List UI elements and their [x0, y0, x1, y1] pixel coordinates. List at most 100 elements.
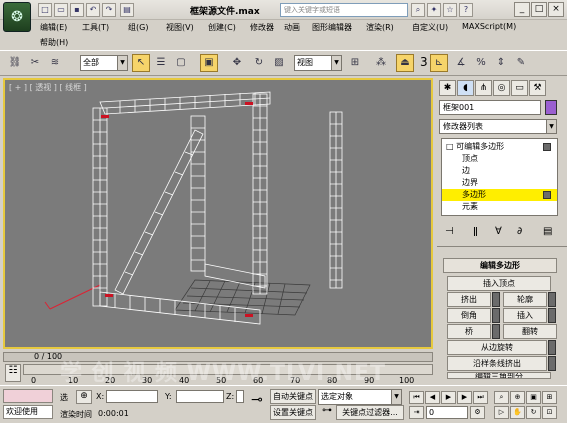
- percent-snap-icon[interactable]: %: [472, 54, 490, 72]
- edit-named-sel-icon[interactable]: ✎: [512, 54, 530, 72]
- remove-modifier-icon[interactable]: ∂: [517, 226, 522, 237]
- inset-settings-icon[interactable]: [548, 308, 556, 323]
- snap-toggle-value[interactable]: 3: [420, 55, 428, 69]
- selection-filter-dropdown[interactable]: 全部 ▼: [80, 55, 128, 71]
- unlink-icon[interactable]: ✂: [26, 54, 44, 72]
- x-coord-field[interactable]: [106, 390, 158, 403]
- menu-edit[interactable]: 编辑(E): [40, 22, 67, 33]
- key-icon[interactable]: ⊸: [246, 392, 268, 414]
- menu-rendering[interactable]: 渲染(R): [366, 22, 394, 33]
- redo-icon[interactable]: ↷: [102, 3, 116, 17]
- key-mode-toggle-icon[interactable]: ⇥: [409, 406, 424, 419]
- modifier-list-dropdown[interactable]: 修改器列表 ▼: [439, 119, 557, 134]
- auto-key-button[interactable]: 自动关键点: [270, 389, 316, 404]
- stack-item-editable-poly[interactable]: □ 可编辑多边形: [442, 141, 557, 153]
- stack-item-polygon[interactable]: 多边形: [442, 189, 557, 201]
- inset-button[interactable]: 插入: [503, 308, 547, 323]
- help-search-input[interactable]: 键入关键字或短语: [280, 3, 408, 17]
- maximize-viewport-icon[interactable]: ⊡: [542, 406, 557, 419]
- undo-icon[interactable]: ↶: [86, 3, 100, 17]
- extrude-along-spline-button[interactable]: 沿样条线挤出: [447, 356, 547, 371]
- search-icon[interactable]: ⌕: [411, 3, 425, 17]
- app-logo-icon[interactable]: ❂: [3, 2, 31, 32]
- pan-icon[interactable]: ✋: [510, 406, 525, 419]
- hinge-settings-icon[interactable]: [548, 340, 556, 355]
- menu-customize[interactable]: 自定义(U): [412, 22, 448, 33]
- pin-stack-icon[interactable]: ⊣: [445, 226, 454, 237]
- bevel-button[interactable]: 倒角: [447, 308, 491, 323]
- extrude-button[interactable]: 挤出: [447, 292, 491, 307]
- new-file-icon[interactable]: □: [38, 3, 52, 17]
- select-by-name-icon[interactable]: ☰: [152, 54, 170, 72]
- show-end-result-icon[interactable]: ǁ: [473, 226, 478, 237]
- menu-animation[interactable]: 动画: [284, 22, 300, 33]
- bridge-button[interactable]: 桥: [447, 324, 491, 339]
- move-icon[interactable]: ✥: [228, 54, 246, 72]
- help-icon[interactable]: ?: [459, 3, 473, 17]
- menu-group[interactable]: 组(G): [128, 22, 148, 33]
- orbit-icon[interactable]: ↻: [526, 406, 541, 419]
- hierarchy-tab-icon[interactable]: ⋔: [475, 80, 492, 96]
- open-file-icon[interactable]: ▭: [54, 3, 68, 17]
- snaps-toggle-icon[interactable]: ⊾: [430, 54, 448, 72]
- menu-views[interactable]: 视图(V): [166, 22, 194, 33]
- ref-coord-dropdown[interactable]: 视图 ▼: [294, 55, 342, 71]
- display-tab-icon[interactable]: ▭: [511, 80, 528, 96]
- extrude-spline-settings-icon[interactable]: [548, 356, 556, 371]
- mini-curve-editor-icon[interactable]: ☷: [5, 364, 21, 382]
- angle-snap-icon[interactable]: ∡: [452, 54, 470, 72]
- rotate-icon[interactable]: ↻: [250, 54, 268, 72]
- stack-toggle-icon[interactable]: [543, 191, 551, 199]
- welcome-field[interactable]: 欢迎使用: [3, 405, 53, 419]
- time-config-icon[interactable]: ⚙: [470, 406, 485, 419]
- play-icon[interactable]: ▶: [441, 391, 456, 404]
- make-unique-icon[interactable]: ∀: [495, 226, 502, 237]
- select-object-icon[interactable]: ↖: [132, 54, 150, 72]
- menu-create[interactable]: 创建(C): [208, 22, 236, 33]
- extrude-settings-icon[interactable]: [492, 292, 500, 307]
- current-frame-field[interactable]: 0: [426, 406, 468, 419]
- goto-end-icon[interactable]: ⏭: [473, 391, 488, 404]
- maxscript-listener[interactable]: [3, 389, 53, 403]
- stack-item-border[interactable]: 边界: [442, 177, 557, 189]
- zoom-extents-all-icon[interactable]: ⊞: [542, 391, 557, 404]
- field-of-view-icon[interactable]: ▷: [494, 406, 509, 419]
- stack-toggle-icon[interactable]: [543, 143, 551, 151]
- object-name-field[interactable]: 框架001: [439, 100, 541, 115]
- pivot-center-icon[interactable]: ⊞: [346, 54, 364, 72]
- spinner-snap-icon[interactable]: ⇕: [492, 54, 510, 72]
- rect-selection-icon[interactable]: ▢: [172, 54, 190, 72]
- select-link-icon[interactable]: ⛓: [6, 54, 24, 72]
- menu-maxscript[interactable]: MAXScript(M): [462, 22, 516, 31]
- set-key-button[interactable]: 设置关键点: [270, 405, 316, 420]
- perspective-viewport[interactable]: [ + ] [ 透视 ] [ 线框 ]: [3, 78, 433, 349]
- close-button[interactable]: ×: [548, 2, 564, 17]
- key-filters-button[interactable]: 关键点过滤器...: [336, 405, 404, 420]
- scale-icon[interactable]: ▨: [270, 54, 288, 72]
- zoom-extents-icon[interactable]: ▣: [526, 391, 541, 404]
- project-folder-icon[interactable]: ▤: [120, 3, 134, 17]
- bind-space-warp-icon[interactable]: ≋: [46, 54, 64, 72]
- y-coord-field[interactable]: [176, 390, 224, 403]
- bridge-settings-icon[interactable]: [492, 324, 500, 339]
- zoom-icon[interactable]: ⌕: [494, 391, 509, 404]
- flip-button[interactable]: 翻转: [503, 324, 557, 339]
- save-file-icon[interactable]: ▪: [70, 3, 84, 17]
- object-color-swatch[interactable]: [545, 100, 557, 115]
- menu-help[interactable]: 帮助(H): [40, 37, 68, 48]
- minimize-button[interactable]: _: [514, 2, 530, 17]
- stack-item-element[interactable]: 元素: [442, 201, 557, 213]
- menu-tools[interactable]: 工具(T): [82, 22, 109, 33]
- menu-graph-editors[interactable]: 图形编辑器: [312, 22, 352, 33]
- z-coord-field[interactable]: [236, 390, 244, 403]
- goto-start-icon[interactable]: ⏮: [409, 391, 424, 404]
- outline-button[interactable]: 轮廓: [503, 292, 547, 307]
- outline-settings-icon[interactable]: [548, 292, 556, 307]
- configure-sets-icon[interactable]: ▤: [543, 226, 552, 237]
- utilities-tab-icon[interactable]: ⚒: [529, 80, 546, 96]
- edit-triangulation-button[interactable]: 编辑三角剖分: [447, 372, 551, 379]
- favorites-icon[interactable]: ☆: [443, 3, 457, 17]
- zoom-all-icon[interactable]: ⊕: [510, 391, 525, 404]
- key-tangent-icon[interactable]: ⊶: [320, 405, 334, 419]
- create-tab-icon[interactable]: ✱: [439, 80, 456, 96]
